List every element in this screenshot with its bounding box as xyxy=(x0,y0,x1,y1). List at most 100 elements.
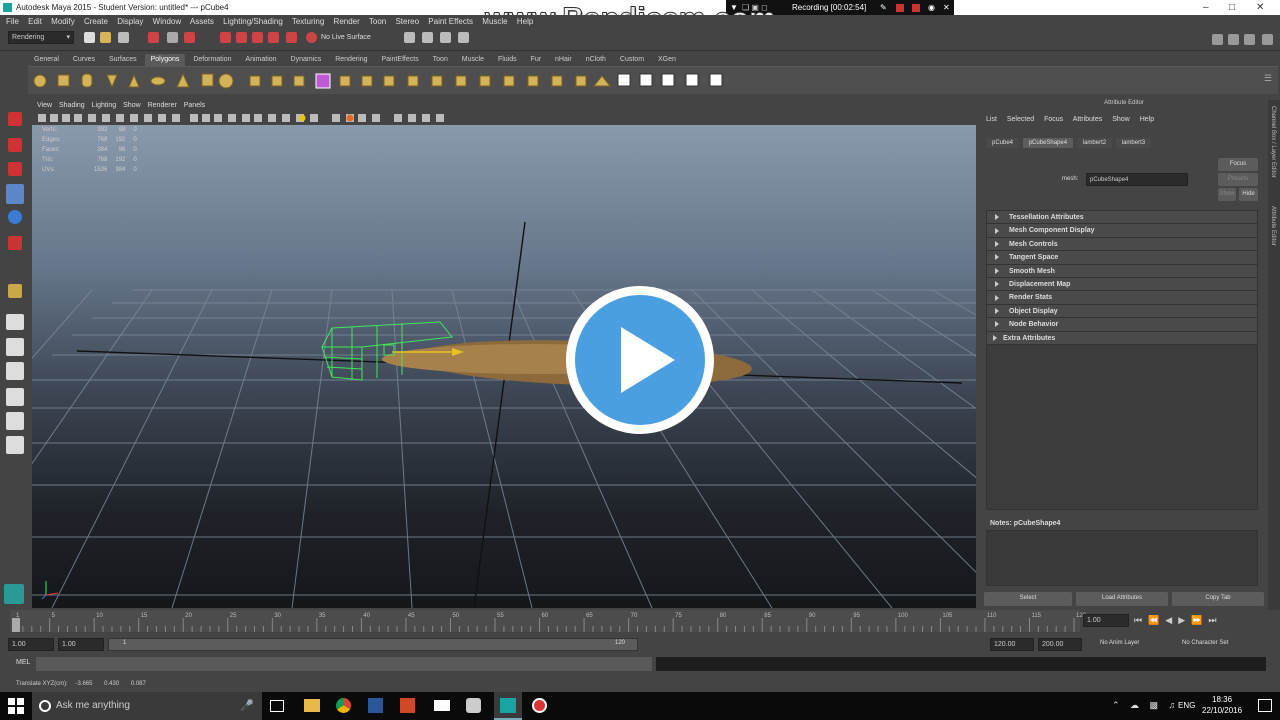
shelf-tab-nhair[interactable]: nHair xyxy=(549,54,578,66)
file-explorer-icon[interactable] xyxy=(304,699,320,712)
shelf-tab-dynamics[interactable]: Dynamics xyxy=(285,54,328,66)
shelf-tab-fur[interactable]: Fur xyxy=(525,54,548,66)
move-tool-icon[interactable] xyxy=(6,184,24,204)
clock-time[interactable]: 18:36 xyxy=(1212,695,1232,704)
select-object-icon[interactable] xyxy=(167,32,178,43)
four-pane-layout-icon[interactable] xyxy=(6,338,24,356)
end-time-field[interactable]: 200.00 xyxy=(1038,638,1082,651)
section-tessellation[interactable]: Tessellation Attributes xyxy=(987,211,1257,225)
stop-icon[interactable] xyxy=(912,4,920,12)
shelf-tab-deformation[interactable]: Deformation xyxy=(187,54,237,66)
start-time-field[interactable]: 1.00 xyxy=(8,638,54,651)
focus-button[interactable]: Focus xyxy=(1218,158,1258,171)
snap-curve-icon[interactable] xyxy=(236,32,247,43)
shelf-tab-ncloth[interactable]: nCloth xyxy=(580,54,612,66)
windows-start-icon[interactable] xyxy=(8,698,24,714)
ae-menu-focus[interactable]: Focus xyxy=(1044,116,1063,123)
panel-toolbar-icons[interactable] xyxy=(32,111,452,125)
presets-button[interactable]: Presets xyxy=(1218,173,1258,186)
shelf-tab-polygons[interactable]: Polygons xyxy=(144,54,186,66)
menu-assets[interactable]: Assets xyxy=(190,17,214,26)
task-view-icon[interactable] xyxy=(270,700,284,712)
section-tangent-space[interactable]: Tangent Space xyxy=(987,251,1257,265)
time-slider[interactable]: 1 5 10 15 20 25 30 35 40 45 50 55 60 65 70 75 80 85 90 95 10… xyxy=(0,610,1280,636)
outliner-layout-icon[interactable] xyxy=(6,362,24,380)
render-frame-icon[interactable] xyxy=(422,32,433,43)
shelf-tab-xgen[interactable]: XGen xyxy=(652,54,682,66)
select-tool-icon[interactable] xyxy=(8,112,22,126)
channel-box-icon[interactable] xyxy=(1228,34,1239,45)
paint-select-icon[interactable] xyxy=(8,162,22,176)
ae-menu-help[interactable]: Help xyxy=(1140,116,1154,123)
command-input[interactable] xyxy=(36,657,652,671)
tray-icons[interactable]: ⌃ ☁ ▩ ♫ xyxy=(1112,700,1179,711)
panel-menu-show[interactable]: Show xyxy=(123,102,141,109)
close-button[interactable]: ✕ xyxy=(1256,0,1264,15)
hide-button[interactable]: Hide xyxy=(1239,188,1258,201)
rotate-tool-icon[interactable] xyxy=(8,210,22,224)
snap-grid-icon[interactable] xyxy=(220,32,231,43)
render-settings-icon[interactable] xyxy=(458,32,469,43)
snap-surface-icon[interactable] xyxy=(286,32,297,43)
maya-help-icon[interactable] xyxy=(4,584,24,604)
menu-create[interactable]: Create xyxy=(84,17,108,26)
word-icon[interactable] xyxy=(368,698,383,713)
shelf-tab-animation[interactable]: Animation xyxy=(239,54,282,66)
last-tool-icon[interactable] xyxy=(8,284,22,298)
language-indicator[interactable]: ENG xyxy=(1178,701,1195,710)
attribute-editor-icon[interactable] xyxy=(1244,34,1255,45)
shelf-icons[interactable] xyxy=(28,67,748,95)
layout-icon[interactable] xyxy=(1212,34,1223,45)
current-frame-field[interactable]: 1.00 xyxy=(1083,614,1129,627)
range-bar[interactable]: 1 120 xyxy=(108,638,638,651)
video-play-button[interactable] xyxy=(566,286,714,434)
select-hierarchy-icon[interactable] xyxy=(148,32,159,43)
mail-icon[interactable] xyxy=(434,700,450,711)
shelf-tab-surfaces[interactable]: Surfaces xyxy=(103,54,143,66)
load-attributes-button[interactable]: Load Attributes xyxy=(1076,592,1168,606)
bandicam-icon[interactable] xyxy=(532,698,547,713)
snap-point-icon[interactable] xyxy=(252,32,263,43)
section-node-behavior[interactable]: Node Behavior xyxy=(987,318,1257,332)
playback-start-field[interactable]: 1.00 xyxy=(58,638,104,651)
attribute-editor-tab[interactable]: Attribute Editor xyxy=(1270,206,1276,246)
maya-taskbar-button[interactable] xyxy=(494,692,522,720)
hypershade-layout-icon[interactable] xyxy=(6,412,24,430)
graph-layout-icon[interactable] xyxy=(6,388,24,406)
menu-modify[interactable]: Modify xyxy=(51,17,75,26)
section-object-display[interactable]: Object Display xyxy=(987,304,1257,319)
lasso-tool-icon[interactable] xyxy=(8,138,22,152)
character-set-dropdown[interactable]: No Character Set xyxy=(1182,640,1228,646)
panel-menu-panels[interactable]: Panels xyxy=(184,102,205,109)
tab-lambert2[interactable]: lambert2 xyxy=(1076,138,1113,148)
panel-menu-view[interactable]: View xyxy=(37,102,52,109)
shelf-tab-custom[interactable]: Custom xyxy=(614,54,650,66)
mesh-name-field[interactable]: pCubeShape4 xyxy=(1086,173,1188,186)
menu-render[interactable]: Render xyxy=(334,17,360,26)
section-mesh-component-display[interactable]: Mesh Component Display xyxy=(987,224,1257,238)
menu-help[interactable]: Help xyxy=(517,17,533,26)
camera-icon[interactable]: ◉ xyxy=(928,0,935,15)
notifications-icon[interactable] xyxy=(1258,699,1272,712)
section-displacement-map[interactable]: Displacement Map xyxy=(987,277,1257,292)
maximize-button[interactable]: □ xyxy=(1229,0,1235,15)
close-recording-icon[interactable]: ✕ xyxy=(943,0,950,15)
viewport[interactable]: Verts: 392 98 0 Edges: 768 192 0 Faces: 384 96 0 … xyxy=(32,125,976,608)
menu-muscle[interactable]: Muscle xyxy=(482,17,507,26)
menu-window[interactable]: Window xyxy=(153,17,181,26)
menu-display[interactable]: Display xyxy=(117,17,143,26)
tab-pcube4[interactable]: pCube4 xyxy=(986,138,1020,148)
shelf-tab-curves[interactable]: Curves xyxy=(67,54,101,66)
chrome-icon[interactable] xyxy=(336,698,351,713)
render-layout-icon[interactable] xyxy=(6,436,24,454)
single-pane-layout-icon[interactable] xyxy=(6,314,24,330)
shelf-tab-toon[interactable]: Toon xyxy=(427,54,454,66)
ae-menu-selected[interactable]: Selected xyxy=(1007,116,1034,123)
ae-menu-list[interactable]: List xyxy=(986,116,997,123)
section-smooth-mesh[interactable]: Smooth Mesh xyxy=(987,264,1257,278)
tab-pcubeshape4[interactable]: pCubeShape4 xyxy=(1022,138,1074,148)
anim-layer-dropdown[interactable]: No Anim Layer xyxy=(1100,640,1139,646)
ipr-render-icon[interactable] xyxy=(440,32,451,43)
select-component-icon[interactable] xyxy=(184,32,195,43)
snap-view-icon[interactable] xyxy=(268,32,279,43)
